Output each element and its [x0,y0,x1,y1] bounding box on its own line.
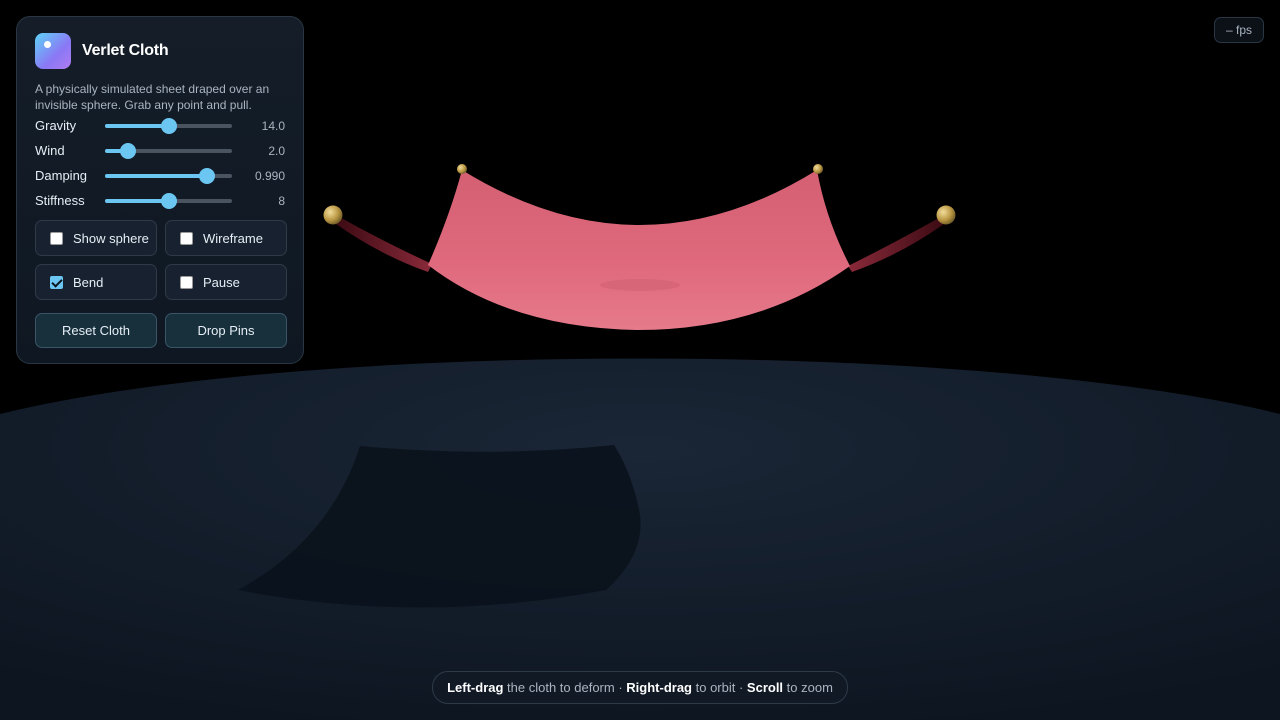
slider-thumb[interactable] [160,192,177,209]
pin-right[interactable] [936,205,956,225]
show-sphere-checkbox[interactable] [50,231,63,245]
damping-slider[interactable] [105,167,232,184]
controls-hint: Left-drag the cloth to deform · Right-dr… [432,671,848,704]
wind-slider[interactable] [105,142,232,159]
toggle-show-sphere[interactable]: Show sphere [35,220,157,256]
slider-fill [105,123,169,128]
hint-drag-text: the cloth to deform · [503,680,627,695]
toggle-grid: Show sphere Wireframe Bend Pause [35,220,287,300]
hint-zoom-text: to zoom [783,680,833,695]
slider-row-gravity: Gravity 14.0 [35,113,285,138]
pin-left[interactable] [323,205,343,225]
toggle-bend[interactable]: Bend [35,264,157,300]
reset-cloth-button[interactable]: Reset Cloth [35,313,157,348]
control-panel: Verlet Cloth A physically simulated shee… [16,16,304,364]
stiffness-slider[interactable] [105,192,232,209]
slider-label-damping: Damping [35,168,88,183]
stiffness-value: 8 [278,193,285,208]
slider-label-wind: Wind [35,143,65,158]
wind-value: 2.0 [268,143,285,158]
slider-fill [105,173,207,178]
app-description: A physically simulated sheet draped over… [35,82,270,112]
drop-pins-button[interactable]: Drop Pins [165,313,287,348]
gravity-slider[interactable] [105,117,232,134]
gravity-value: 14.0 [261,118,285,133]
toggle-label: Show sphere [73,230,149,246]
slider-label-gravity: Gravity [35,118,77,133]
action-buttons: Reset Cloth Drop Pins [35,313,287,348]
pause-checkbox[interactable] [180,275,193,289]
toggle-wireframe[interactable]: Wireframe [165,220,287,256]
slider-row-stiffness: Stiffness 8 [35,188,285,213]
slider-fill [105,198,169,203]
slider-row-damping: Damping 0.990 [35,163,285,188]
slider-thumb[interactable] [119,142,136,159]
slider-thumb[interactable] [198,167,215,184]
pin-top-right[interactable] [813,164,823,174]
app-title: Verlet Cloth [82,42,169,59]
cloth-crease [600,279,680,291]
wireframe-checkbox[interactable] [180,231,193,245]
fps-counter: – fps [1213,17,1264,43]
hint-drag-key: Left-drag [447,680,504,695]
hint-orbit-text: to orbit · [692,680,747,695]
slider-label-stiffness: Stiffness [35,193,85,208]
panel-header: Verlet Cloth [35,33,285,69]
slider-thumb[interactable] [160,117,177,134]
damping-value: 0.990 [254,168,285,183]
floor [0,358,1280,720]
toggle-label: Wireframe [203,230,263,246]
toggle-pause[interactable]: Pause [165,264,287,300]
hint-orbit-key: Right-drag [626,680,692,695]
app-logo-icon [35,33,71,69]
hint-zoom-key: Scroll [746,680,784,695]
toggle-label: Bend [73,274,104,290]
bend-checkbox[interactable] [50,275,63,289]
toggle-label: Pause [203,274,240,290]
slider-row-wind: Wind 2.0 [35,138,285,163]
pin-top-left[interactable] [457,164,467,174]
app-logo-dot [44,41,51,48]
